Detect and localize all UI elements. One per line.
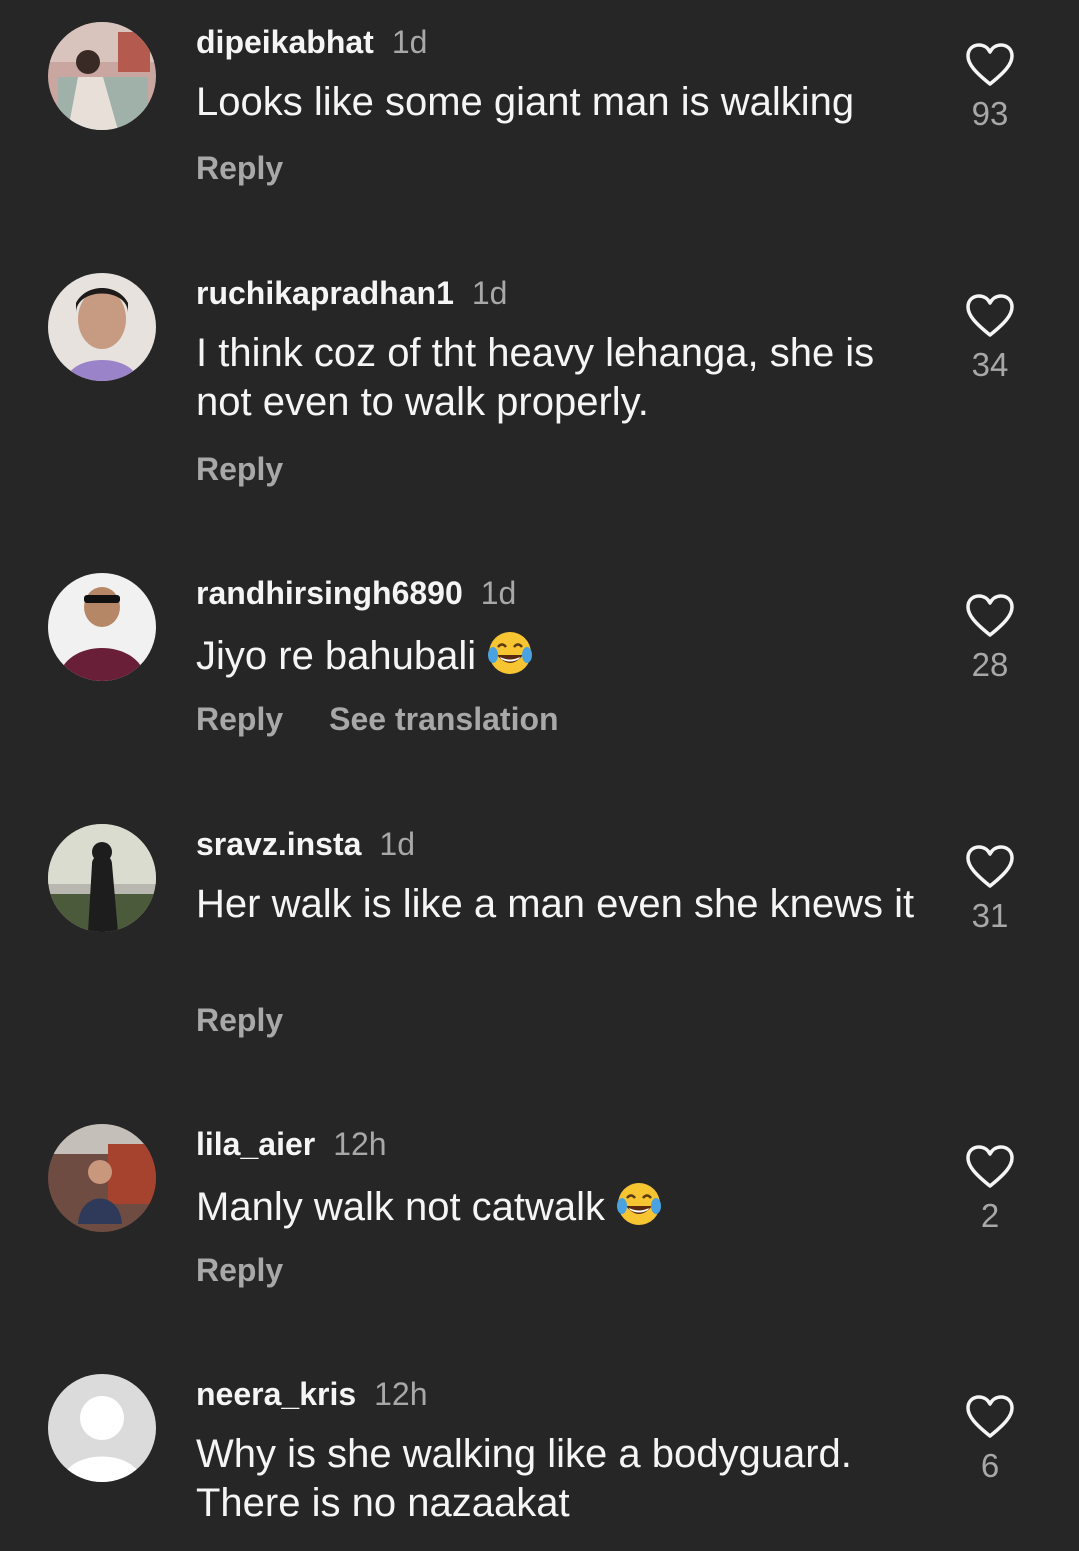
comment-text-content: Jiyo re bahubali bbox=[196, 634, 477, 678]
heart-outline-icon[interactable] bbox=[965, 1144, 1015, 1190]
avatar[interactable] bbox=[48, 1374, 156, 1482]
reply-button[interactable]: Reply bbox=[196, 701, 283, 737]
username[interactable]: randhirsingh6890 bbox=[196, 575, 463, 611]
heart-outline-icon[interactable] bbox=[965, 42, 1015, 88]
comment-text: Jiyo re bahubali bbox=[196, 629, 916, 681]
tears-of-joy-emoji bbox=[617, 1183, 662, 1225]
avatar[interactable] bbox=[48, 824, 156, 932]
avatar[interactable] bbox=[48, 273, 156, 381]
username[interactable]: dipeikabhat bbox=[196, 24, 374, 60]
heart-outline-icon[interactable] bbox=[965, 844, 1015, 890]
reply-button[interactable]: Reply bbox=[196, 150, 283, 186]
timestamp: 1d bbox=[480, 575, 517, 611]
like-count: 28 bbox=[971, 646, 1009, 683]
like-count: 2 bbox=[980, 1197, 1000, 1234]
username[interactable]: ruchikapradhan1 bbox=[196, 275, 454, 311]
comment-text: Manly walk not catwalk bbox=[196, 1180, 916, 1232]
avatar[interactable] bbox=[48, 1124, 156, 1232]
like-count: 6 bbox=[980, 1447, 1000, 1484]
timestamp: 12h bbox=[333, 1126, 387, 1162]
username[interactable]: lila_aier bbox=[196, 1126, 315, 1162]
reply-button[interactable]: Reply bbox=[196, 1252, 283, 1288]
like-count: 31 bbox=[971, 897, 1009, 934]
like-count: 34 bbox=[971, 346, 1009, 383]
comment-text: Why is she walking like a bodyguard. The… bbox=[196, 1432, 852, 1525]
timestamp: 1d bbox=[471, 275, 508, 311]
avatar[interactable] bbox=[48, 573, 156, 681]
reply-button[interactable]: Reply bbox=[196, 451, 283, 487]
timestamp: 1d bbox=[391, 24, 428, 60]
username[interactable]: sravz.insta bbox=[196, 826, 361, 862]
comment-text: Looks like some giant man is walking bbox=[196, 80, 855, 124]
timestamp: 1d bbox=[379, 826, 416, 862]
heart-outline-icon[interactable] bbox=[965, 593, 1015, 639]
username[interactable]: neera_kris bbox=[196, 1376, 356, 1412]
default-avatar-icon bbox=[48, 1374, 156, 1482]
heart-outline-icon[interactable] bbox=[965, 293, 1015, 339]
like-count: 93 bbox=[971, 95, 1009, 132]
see-translation-button[interactable]: See translation bbox=[329, 701, 558, 737]
comment-text: I think coz of tht heavy lehanga, she is… bbox=[196, 331, 875, 424]
tears-of-joy-emoji bbox=[488, 632, 533, 674]
reply-button[interactable]: Reply bbox=[196, 1002, 283, 1038]
avatar[interactable] bbox=[48, 22, 156, 130]
heart-outline-icon[interactable] bbox=[965, 1394, 1015, 1440]
comment-text: Her walk is like a man even she knews it bbox=[196, 882, 915, 926]
timestamp: 12h bbox=[374, 1376, 428, 1412]
comment-text-content: Manly walk not catwalk bbox=[196, 1185, 606, 1229]
